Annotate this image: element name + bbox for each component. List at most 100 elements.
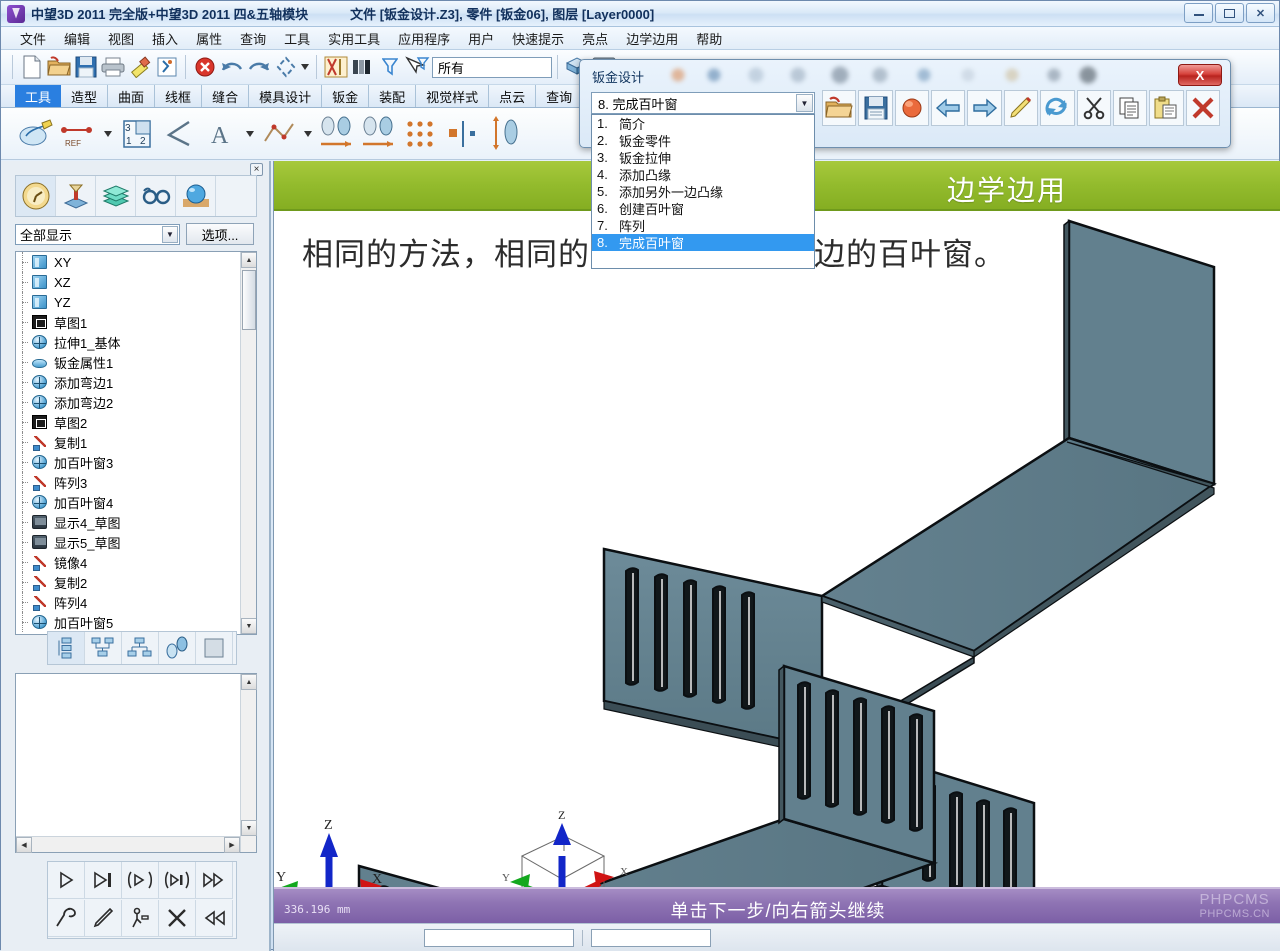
- menu-item-tips[interactable]: 快速提示: [503, 27, 573, 50]
- redo-icon[interactable]: [245, 54, 272, 81]
- mirror-icon[interactable]: [443, 112, 483, 156]
- rewind-tool-icon[interactable]: [48, 900, 85, 937]
- secondary-tree-pane[interactable]: ▲ ▼ ◀ ▶: [15, 673, 257, 853]
- menu-item-apps[interactable]: 应用程序: [389, 27, 459, 50]
- selection-filter-combo[interactable]: 所有: [432, 57, 552, 78]
- edit-pencil-icon[interactable]: [85, 900, 122, 937]
- lesson-step-combo[interactable]: 8. 完成百叶窗 ▼: [591, 92, 815, 114]
- filter-icon[interactable]: [376, 54, 403, 81]
- pick-filter-icon[interactable]: [403, 54, 430, 81]
- tree-node[interactable]: 添加弯边2: [16, 392, 240, 412]
- history-manager-icon[interactable]: [16, 176, 56, 216]
- menu-item-learn[interactable]: 边学边用: [617, 27, 687, 50]
- render-manager-icon[interactable]: [176, 176, 216, 216]
- hierarchy-view-icon[interactable]: [122, 632, 159, 664]
- tree-filter-combo[interactable]: 全部显示 ▼: [15, 224, 180, 245]
- walk-icon[interactable]: [122, 900, 159, 937]
- lesson-step-option[interactable]: 3.钣金拉伸: [592, 149, 814, 166]
- menu-item-utilities[interactable]: 实用工具: [319, 27, 389, 50]
- layer-3-1-2-icon[interactable]: 312: [117, 112, 157, 156]
- command-input-field[interactable]: [424, 929, 574, 947]
- tree-node[interactable]: 加百叶窗3: [16, 452, 240, 472]
- extrude-icon[interactable]: [317, 112, 357, 156]
- secondary-pane-hscrollbar[interactable]: ◀ ▶: [16, 836, 240, 852]
- open-file-icon[interactable]: [45, 54, 72, 81]
- ref-dropdown-icon[interactable]: [101, 112, 115, 156]
- tree-node[interactable]: 添加弯边1: [16, 372, 240, 392]
- regen-icon[interactable]: [272, 54, 299, 81]
- menu-item-property[interactable]: 属性: [187, 27, 231, 50]
- dialog-close-button[interactable]: X: [1178, 64, 1222, 86]
- menu-item-tools[interactable]: 工具: [275, 27, 319, 50]
- scroll-up-button-2[interactable]: ▲: [241, 674, 257, 690]
- tree-node[interactable]: YZ: [16, 292, 240, 312]
- scroll-down-button[interactable]: ▼: [241, 618, 257, 634]
- print-icon[interactable]: [99, 54, 126, 81]
- tab-sheet-metal[interactable]: 钣金: [322, 85, 369, 107]
- lesson-step-option[interactable]: 2.钣金零件: [592, 132, 814, 149]
- lesson-step-dropdown-list[interactable]: 1.简介2.钣金零件3.钣金拉伸4.添加凸缘5.添加另外一边凸缘6.创建百叶窗7…: [591, 114, 815, 269]
- undo-icon[interactable]: [218, 54, 245, 81]
- scroll-up-button[interactable]: ▲: [241, 252, 257, 268]
- tab-stitch[interactable]: 缝合: [202, 85, 249, 107]
- list-view-icon[interactable]: [48, 632, 85, 664]
- close-x-icon[interactable]: [1186, 90, 1220, 126]
- tree-node[interactable]: 阵列4: [16, 592, 240, 612]
- tree-node[interactable]: 草图1: [16, 312, 240, 332]
- tab-point-cloud[interactable]: 点云: [489, 85, 536, 107]
- new-file-icon[interactable]: [18, 54, 45, 81]
- ref-point-icon[interactable]: REF: [59, 112, 99, 156]
- pattern-icon[interactable]: [401, 112, 441, 156]
- text-dropdown-icon[interactable]: [243, 112, 257, 156]
- layer-icon[interactable]: [349, 54, 376, 81]
- menu-item-help[interactable]: 帮助: [687, 27, 731, 50]
- tab-mold-design[interactable]: 模具设计: [249, 85, 322, 107]
- eraser-icon[interactable]: [126, 54, 153, 81]
- secondary-pane-vscrollbar[interactable]: ▲ ▼: [240, 674, 256, 852]
- blank-view-icon[interactable]: [196, 632, 233, 664]
- close-button[interactable]: ✕: [1246, 3, 1275, 23]
- tree-node[interactable]: 加百叶窗4: [16, 492, 240, 512]
- tab-modeling[interactable]: 造型: [61, 85, 108, 107]
- pliers-icon[interactable]: [322, 54, 349, 81]
- angle-icon[interactable]: [159, 112, 199, 156]
- scroll-left-button[interactable]: ◀: [16, 837, 32, 853]
- tree-options-button[interactable]: 选项...: [186, 223, 254, 245]
- refresh-icon[interactable]: [1040, 90, 1074, 126]
- delete-icon[interactable]: [191, 54, 218, 81]
- menu-item-view[interactable]: 视图: [99, 27, 143, 50]
- visual-manager-icon[interactable]: [136, 176, 176, 216]
- record-icon[interactable]: [895, 90, 929, 126]
- tree-view-icon[interactable]: [85, 632, 122, 664]
- paste-icon[interactable]: [1149, 90, 1183, 126]
- menu-item-edit[interactable]: 编辑: [55, 27, 99, 50]
- maximize-button[interactable]: [1215, 3, 1244, 23]
- sketch-icon[interactable]: [17, 112, 57, 156]
- regen-dropdown-icon[interactable]: [299, 54, 311, 81]
- copy-icon[interactable]: [1113, 90, 1147, 126]
- polyline-icon[interactable]: [259, 112, 299, 156]
- pencil-icon[interactable]: [1004, 90, 1038, 126]
- menu-item-highlight[interactable]: 亮点: [573, 27, 617, 50]
- open-folder-icon[interactable]: [822, 90, 856, 126]
- lesson-step-option[interactable]: 6.创建百叶窗: [592, 200, 814, 217]
- tree-node[interactable]: 阵列3: [16, 472, 240, 492]
- menu-item-user[interactable]: 用户: [459, 27, 503, 50]
- feature-manager-icon[interactable]: [56, 176, 96, 216]
- polyline-dropdown-icon[interactable]: [301, 112, 315, 156]
- graphics-viewport[interactable]: 边学边用 相同的方法，相同的参数做出另外一边的百叶窗。: [273, 161, 1280, 951]
- tree-node[interactable]: 显示4_草图: [16, 512, 240, 532]
- feature-tree-scrollbar[interactable]: ▲ ▼: [240, 252, 256, 634]
- lesson-step-option[interactable]: 5.添加另外一边凸缘: [592, 183, 814, 200]
- tree-node[interactable]: 拉伸1_基体: [16, 332, 240, 352]
- rewind-icon[interactable]: [196, 900, 233, 937]
- lesson-step-option[interactable]: 8.完成百叶窗: [592, 234, 814, 251]
- feature-tree[interactable]: XYXZYZ草图1拉伸1_基体钣金属性1添加弯边1添加弯边2草图2复制1加百叶窗…: [15, 251, 257, 635]
- cancel-x-icon[interactable]: [159, 900, 196, 937]
- sheet-metal-lesson-dialog[interactable]: 钣金设计 X 8. 完成百叶窗 ▼: [579, 59, 1231, 148]
- extrude2-icon[interactable]: [359, 112, 399, 156]
- tree-node[interactable]: XZ: [16, 272, 240, 292]
- scroll-right-button[interactable]: ▶: [224, 837, 240, 853]
- text-icon[interactable]: A: [201, 112, 241, 156]
- tree-node[interactable]: 显示5_草图: [16, 532, 240, 552]
